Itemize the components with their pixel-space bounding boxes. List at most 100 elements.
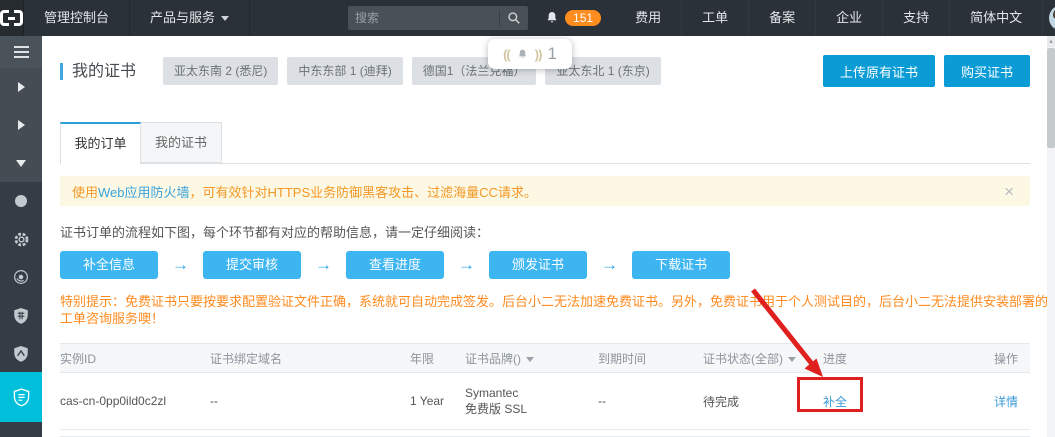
step-download-cert[interactable]: 下载证书 <box>632 251 731 279</box>
sidebar-top-group <box>0 36 42 182</box>
region-tab-sydney[interactable]: 亚太东南 2 (悉尼) <box>163 57 279 85</box>
notification-badge: 151 <box>565 10 602 26</box>
user-avatar[interactable] <box>1049 5 1055 31</box>
products-menu[interactable]: 产品与服务 <box>130 0 251 36</box>
col-years: 年限 <box>410 351 435 366</box>
notice-prefix: 使用 <box>72 184 99 200</box>
region-tab-dubai[interactable]: 中东东部 1 (迪拜) <box>287 57 403 85</box>
cell-progress: 补全 <box>823 393 988 410</box>
col-action: 操作 <box>993 351 1018 366</box>
sidebar-item-settings[interactable] <box>0 220 42 258</box>
notification-popup: (( )) 1 <box>488 39 572 69</box>
sidebar-item-collapse[interactable] <box>0 144 42 182</box>
buy-certificate-button[interactable]: 购买证书 <box>943 55 1030 87</box>
brackets-logo-icon <box>0 10 23 26</box>
chevron-down-icon <box>221 16 230 22</box>
page-title: 我的证书 <box>60 62 136 80</box>
tab-my-orders[interactable]: 我的订单 <box>60 122 141 164</box>
search-box <box>348 6 529 30</box>
col-progress: 进度 <box>823 351 848 366</box>
complete-link[interactable]: 补全 <box>823 395 847 409</box>
triangle-down-icon <box>16 159 26 167</box>
popup-decor-right: )) <box>534 46 543 62</box>
sidebar-item-expand-2[interactable] <box>0 106 42 144</box>
eye-circle-icon <box>14 270 28 284</box>
col-brand-filter[interactable]: 证书品牌() <box>465 350 598 367</box>
nav-item-enterprise[interactable]: 企业 <box>816 0 884 36</box>
notification-bell[interactable]: 151 <box>544 10 602 26</box>
sidebar-item-monitor[interactable] <box>0 258 42 296</box>
nav-item-tickets[interactable]: 工单 <box>682 0 750 36</box>
col-expiry: 到期时间 <box>598 351 647 366</box>
shield-chevron-icon <box>14 345 28 362</box>
popup-decor-left: (( <box>503 46 511 62</box>
arrow-right-icon: → <box>601 255 619 274</box>
search-icon[interactable] <box>507 11 521 25</box>
details-link[interactable]: 详情 <box>994 395 1018 409</box>
special-tip-text: 特别提示：免费证书只要按要求配置验证文件正确，系统就可自动完成签发。后台小二无法… <box>60 294 1049 326</box>
chevron-down-icon <box>788 356 796 362</box>
arrow-right-icon: → <box>458 255 476 274</box>
cell-instance-id: cas-cn-0pp0ild0c2zl <box>60 394 167 408</box>
nav-item-billing[interactable]: 费用 <box>615 0 683 36</box>
sidebar-item-expand-1[interactable] <box>0 68 42 106</box>
bell-icon <box>518 49 526 58</box>
col-domain: 证书绑定域名 <box>210 351 283 366</box>
nav-item-support[interactable]: 支持 <box>883 0 951 36</box>
cell-years: 1 Year <box>410 394 445 408</box>
col-instance-id: 实例ID <box>60 351 97 366</box>
upload-certificate-button[interactable]: 上传原有证书 <box>822 55 935 87</box>
scrollbar-thumb[interactable] <box>1047 48 1055 148</box>
alibaba-cloud-logo[interactable] <box>0 0 24 36</box>
cell-brand: Symantec 免费版 SSL <box>465 386 528 416</box>
tab-my-certs[interactable]: 我的证书 <box>141 122 222 163</box>
gear-icon <box>14 232 28 246</box>
step-submit-review[interactable]: 提交审核 <box>203 251 302 279</box>
orders-table: 实例ID 证书绑定域名 年限 证书品牌() 到期时间 证书状态(全部) 进度 操… <box>60 343 1030 437</box>
shield-certificate-icon <box>13 388 29 407</box>
sidebar-item-shield-grid[interactable] <box>0 296 42 334</box>
nav-item-icp-filing[interactable]: 备案 <box>749 0 817 36</box>
cell-domain: -- <box>210 394 218 408</box>
table-header-row: 实例ID 证书绑定域名 年限 证书品牌() 到期时间 证书状态(全部) 进度 操… <box>60 343 1030 373</box>
nav-item-language[interactable]: 简体中文 <box>950 0 1044 36</box>
content-tabs: 我的订单 我的证书 <box>60 122 1030 164</box>
sidebar <box>0 36 42 437</box>
shield-grid-icon <box>14 307 28 324</box>
step-issue-cert[interactable]: 颁发证书 <box>489 251 588 279</box>
triangle-right-icon <box>17 82 25 92</box>
sidebar-item-shield-security[interactable] <box>0 334 42 372</box>
main-content: 我的证书 亚太东南 2 (悉尼) 中东东部 1 (迪拜) 德国1（法兰克福） 亚… <box>42 36 1049 437</box>
arrow-right-icon: → <box>315 255 333 274</box>
cell-action: 详情 <box>988 393 1030 410</box>
sidebar-item-certificates[interactable] <box>0 372 42 422</box>
close-icon[interactable]: × <box>1000 183 1018 200</box>
arrow-right-icon: → <box>172 255 190 274</box>
sidebar-toggle[interactable] <box>0 36 42 68</box>
waf-link[interactable]: Web应用防火墙 <box>98 182 190 201</box>
cell-status: 待完成 <box>703 394 740 409</box>
col-status-filter[interactable]: 证书状态(全部) <box>703 350 823 367</box>
search-input[interactable] <box>355 11 496 25</box>
step-view-progress[interactable]: 查看进度 <box>346 251 445 279</box>
waf-notice-banner: 使用 Web应用防火墙 ，可有效针对HTTPS业务防御黑客攻击、过滤海量CC请求。 … <box>60 176 1030 206</box>
triangle-right-icon <box>17 120 25 130</box>
scrollbar[interactable]: ▲ <box>1047 36 1055 437</box>
sidebar-item-dot[interactable] <box>0 182 42 220</box>
dot-icon <box>15 195 27 207</box>
scroll-up-arrow[interactable]: ▲ <box>1047 36 1055 47</box>
hamburger-icon <box>13 46 29 48</box>
process-intro-text: 证书订单的流程如下图，每个环节都有对应的帮助信息，请一定仔细阅读： <box>60 225 490 240</box>
process-steps: 补全信息 → 提交审核 → 查看进度 → 颁发证书 → 下载证书 <box>60 251 1030 279</box>
chevron-down-icon <box>526 356 534 362</box>
search-divider <box>499 10 501 26</box>
popup-count: 1 <box>547 44 557 63</box>
bell-icon <box>547 12 557 23</box>
products-menu-label: 产品与服务 <box>150 10 216 25</box>
cell-expiry: -- <box>598 394 606 408</box>
notice-suffix: ，可有效针对HTTPS业务防御黑客攻击、过滤海量CC请求。 <box>189 184 537 200</box>
topbar: 管理控制台 产品与服务 151 费用 工单 备案 企业 支持 简体中文 <box>0 0 1055 36</box>
region-tabs: 亚太东南 2 (悉尼) 中东东部 1 (迪拜) 德国1（法兰克福） 亚太东北 1… <box>163 57 661 85</box>
step-complete-info[interactable]: 补全信息 <box>60 251 159 279</box>
console-home-link[interactable]: 管理控制台 <box>24 0 131 36</box>
